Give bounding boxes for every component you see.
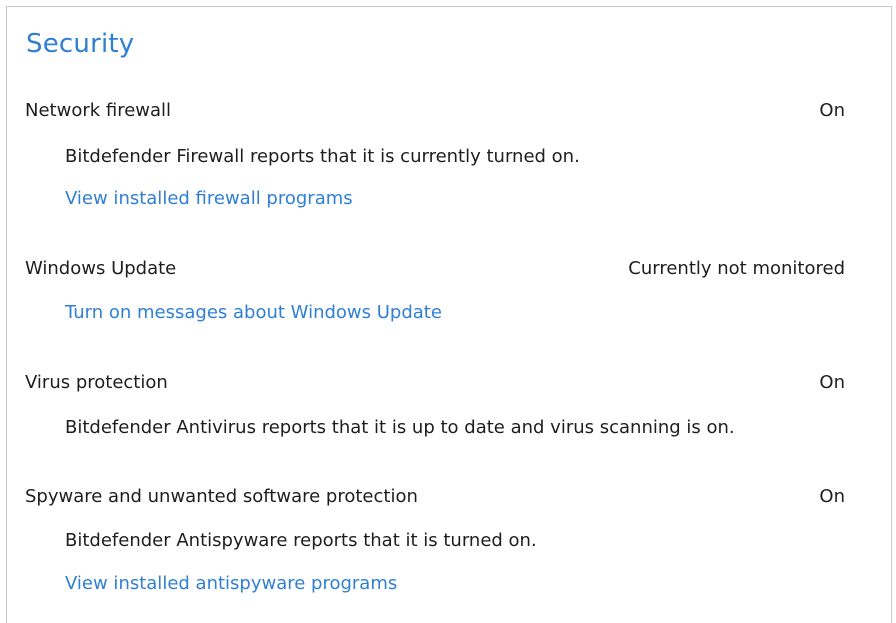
virus-protection-row: Virus protection On (25, 371, 845, 395)
network-firewall-row: Network firewall On (25, 99, 845, 123)
network-firewall-status: On (819, 100, 845, 121)
section-title: Security (26, 29, 135, 59)
view-firewall-programs-link[interactable]: View installed firewall programs (65, 187, 353, 211)
windows-update-label: Windows Update (25, 258, 177, 279)
virus-protection-label: Virus protection (25, 372, 168, 393)
spyware-protection-description: Bitdefender Antispyware reports that it … (65, 530, 537, 551)
security-panel: Security Network firewall On Bitdefender… (6, 6, 892, 623)
windows-update-row: Windows Update Currently not monitored (25, 257, 845, 281)
turn-on-windows-update-messages-link[interactable]: Turn on messages about Windows Update (65, 301, 442, 325)
windows-update-status: Currently not monitored (628, 258, 845, 279)
virus-protection-status: On (819, 372, 845, 393)
spyware-protection-label: Spyware and unwanted software protection (25, 486, 418, 507)
view-antispyware-programs-link[interactable]: View installed antispyware programs (65, 572, 397, 596)
spyware-protection-row: Spyware and unwanted software protection… (25, 485, 845, 509)
network-firewall-label: Network firewall (25, 100, 172, 121)
virus-protection-description: Bitdefender Antivirus reports that it is… (65, 417, 735, 438)
network-firewall-description: Bitdefender Firewall reports that it is … (65, 146, 580, 167)
spyware-protection-status: On (819, 486, 845, 507)
